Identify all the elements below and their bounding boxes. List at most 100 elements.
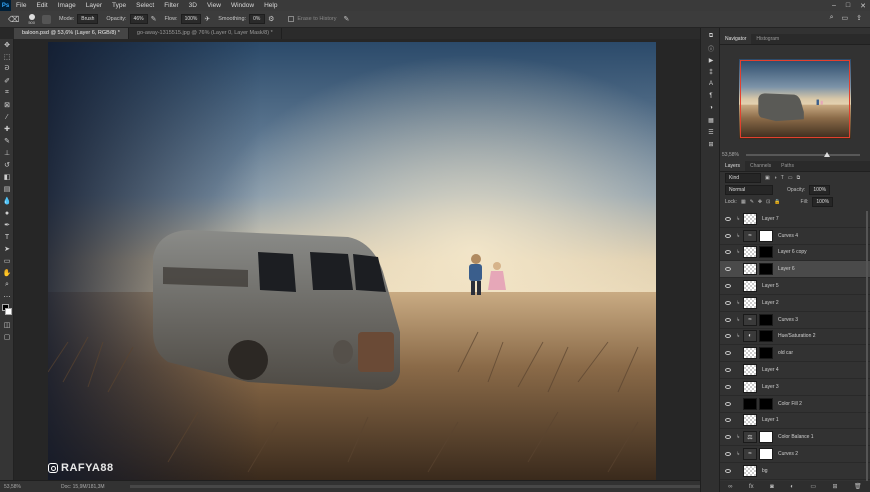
stamp-tool-icon[interactable]: ⊥ bbox=[0, 147, 14, 159]
status-zoom[interactable]: 53,58% bbox=[4, 484, 21, 490]
layer-thumbnail[interactable] bbox=[743, 263, 757, 276]
layer-mask-thumbnail[interactable] bbox=[759, 397, 773, 410]
layer-mask-thumbnail[interactable] bbox=[759, 246, 773, 259]
libraries-panel-icon[interactable]: ☰ bbox=[701, 126, 721, 138]
menu-window[interactable]: Window bbox=[226, 2, 259, 9]
color-swatches-icon[interactable] bbox=[0, 303, 14, 319]
tab-navigator[interactable]: Navigator bbox=[720, 34, 752, 44]
background-color[interactable] bbox=[5, 308, 12, 315]
info-panel-icon[interactable]: ⊞ bbox=[701, 138, 721, 150]
layer-mask-thumbnail[interactable] bbox=[759, 431, 773, 444]
visibility-eye-icon[interactable] bbox=[725, 351, 731, 356]
filter-adjust-icon[interactable]: ◑ bbox=[774, 175, 777, 181]
layer-name[interactable]: Curves 2 bbox=[778, 451, 798, 457]
mode-select[interactable]: Brush bbox=[77, 14, 99, 24]
layer-row[interactable]: ↳ ≈ Curves 3 bbox=[720, 312, 870, 329]
layer-thumbnail[interactable] bbox=[743, 380, 757, 393]
menu-view[interactable]: View bbox=[202, 2, 226, 9]
layer-thumbnail[interactable] bbox=[743, 414, 757, 427]
pressure-opacity-icon[interactable]: ✎ bbox=[151, 15, 157, 23]
layer-thumbnail[interactable] bbox=[743, 347, 757, 360]
layer-row[interactable]: ↳ ◐ Hue/Saturation 2 bbox=[720, 329, 870, 346]
layer-name[interactable]: Color Balance 1 bbox=[778, 434, 814, 440]
layers-scrollbar[interactable] bbox=[866, 211, 868, 481]
layer-thumbnail[interactable] bbox=[743, 212, 757, 225]
layer-thumbnail[interactable]: ≈ bbox=[743, 313, 757, 326]
new-layer-icon[interactable]: ⊞ bbox=[833, 483, 838, 490]
layer-thumbnail[interactable] bbox=[743, 364, 757, 377]
layer-name[interactable]: Layer 5 bbox=[762, 283, 779, 289]
actions-panel-icon[interactable]: ▶ bbox=[701, 54, 721, 66]
airbrush-icon[interactable]: ✈ bbox=[204, 15, 210, 23]
zoom-tool-icon[interactable]: ⌕ bbox=[0, 279, 14, 291]
new-group-icon[interactable]: ▭ bbox=[810, 483, 816, 490]
tab-paths[interactable]: Paths bbox=[776, 161, 799, 171]
link-layers-icon[interactable]: ∞ bbox=[728, 484, 732, 490]
layer-thumbnail[interactable] bbox=[743, 246, 757, 259]
filter-type-icon[interactable]: T bbox=[781, 175, 784, 181]
layer-thumbnail[interactable]: ◐ bbox=[743, 330, 757, 343]
visibility-eye-icon[interactable] bbox=[725, 216, 731, 221]
menu-edit[interactable]: Edit bbox=[31, 2, 52, 9]
lock-pixels-icon[interactable]: ▦ bbox=[741, 199, 746, 205]
menu-filter[interactable]: Filter bbox=[159, 2, 183, 9]
maximize-button[interactable]: □ bbox=[846, 2, 850, 9]
brush-settings-icon[interactable] bbox=[42, 14, 51, 24]
layer-row[interactable]: Layer 6 bbox=[720, 261, 870, 279]
adjustments-panel-icon[interactable]: ◑ bbox=[701, 102, 721, 114]
horizontal-scrollbar[interactable] bbox=[130, 485, 704, 488]
opacity-input[interactable]: 46% bbox=[129, 14, 148, 24]
layer-name[interactable]: Curves 4 bbox=[778, 233, 798, 239]
layer-row[interactable]: Color Fill 2 bbox=[720, 396, 870, 413]
tab-baloon[interactable]: baloon.psd @ 53,6% (Layer 6, RGB/8) * bbox=[14, 28, 129, 39]
dodge-tool-icon[interactable]: ● bbox=[0, 207, 14, 219]
layer-row[interactable]: ↳ Layer 2 bbox=[720, 295, 870, 312]
lock-all-icon[interactable]: 🔒 bbox=[774, 199, 780, 205]
visibility-eye-icon[interactable] bbox=[725, 401, 731, 406]
canvas-artwork[interactable] bbox=[48, 42, 656, 480]
layer-name[interactable]: Layer 4 bbox=[762, 367, 779, 373]
visibility-eye-icon[interactable] bbox=[725, 418, 731, 423]
layer-name[interactable]: Layer 7 bbox=[762, 216, 779, 222]
blend-mode-select[interactable]: Normal bbox=[725, 185, 773, 195]
layer-row[interactable]: bg bbox=[720, 463, 870, 480]
tab-channels[interactable]: Channels bbox=[745, 161, 776, 171]
layer-thumbnail[interactable] bbox=[743, 397, 757, 410]
quick-mask-icon[interactable]: ◫ bbox=[0, 319, 14, 331]
layer-thumbnail[interactable]: ≈ bbox=[743, 229, 757, 242]
visibility-eye-icon[interactable] bbox=[725, 267, 731, 272]
eraser-tool-icon[interactable]: ⌫ bbox=[8, 15, 19, 24]
menu-help[interactable]: Help bbox=[259, 2, 282, 9]
layer-thumbnail[interactable] bbox=[743, 464, 757, 477]
eraser-tool-icon-toolbar[interactable]: ◧ bbox=[0, 171, 14, 183]
pressure-size-icon[interactable]: ✎ bbox=[343, 15, 349, 23]
zoom-slider-knob[interactable] bbox=[824, 152, 830, 157]
layer-name[interactable]: old car bbox=[778, 350, 793, 356]
filter-pixel-icon[interactable]: ▣ bbox=[765, 175, 770, 181]
character-panel-icon[interactable]: A bbox=[701, 78, 721, 90]
visibility-eye-icon[interactable] bbox=[725, 317, 731, 322]
fx-icon[interactable]: fx bbox=[749, 484, 754, 490]
search-icon[interactable]: ⌕ bbox=[830, 14, 834, 22]
canvas-area[interactable]: RAFYA88 bbox=[14, 39, 714, 480]
flow-input[interactable]: 100% bbox=[180, 14, 202, 24]
history-panel-icon[interactable]: ⧉ bbox=[701, 30, 721, 42]
visibility-eye-icon[interactable] bbox=[725, 233, 731, 238]
layer-row[interactable]: ↳ ⚖ Color Balance 1 bbox=[720, 429, 870, 447]
move-tool-icon[interactable]: ✥ bbox=[0, 39, 14, 51]
layer-row[interactable]: Layer 5 bbox=[720, 278, 870, 295]
layer-row[interactable]: ↳ ≈ Curves 2 bbox=[720, 446, 870, 463]
history-brush-tool-icon[interactable]: ↺ bbox=[0, 159, 14, 171]
brush-settings-panel-icon[interactable]: ⁑ bbox=[701, 66, 721, 78]
visibility-eye-icon[interactable] bbox=[725, 300, 731, 305]
shape-tool-icon[interactable]: ▭ bbox=[0, 255, 14, 267]
filter-shape-icon[interactable]: ▭ bbox=[788, 175, 793, 181]
tab-go-away[interactable]: go-away-1315515.jpg @ 76% (Layer 0, Laye… bbox=[129, 28, 282, 39]
layer-row[interactable]: ↳ Layer 7 bbox=[720, 211, 870, 228]
layer-name[interactable]: Color Fill 2 bbox=[778, 401, 802, 407]
marquee-tool-icon[interactable]: ⬚ bbox=[0, 51, 14, 63]
layer-thumbnail[interactable] bbox=[743, 280, 757, 293]
visibility-eye-icon[interactable] bbox=[725, 435, 731, 440]
menu-image[interactable]: Image bbox=[53, 2, 81, 9]
more-tools-icon[interactable]: ⋯ bbox=[0, 291, 14, 303]
